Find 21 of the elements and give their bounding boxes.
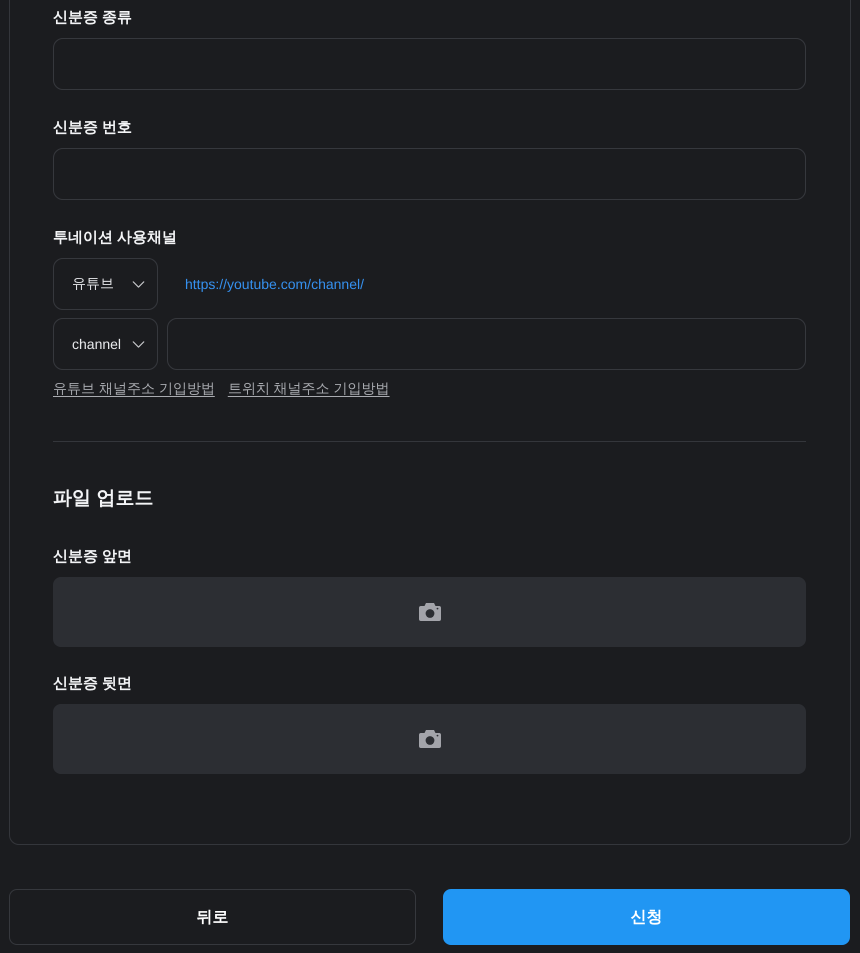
field-label: 신분증 뒷면 — [53, 674, 134, 694]
field-label: 신분증 번호 — [53, 118, 134, 138]
camera-icon — [418, 730, 440, 748]
back-button[interactable]: 뒤로 — [9, 889, 416, 945]
help-link[interactable]: 유튜브 채널주소 기입방법 — [53, 378, 215, 398]
camera-icon — [418, 603, 440, 621]
text-field[interactable] — [53, 38, 806, 90]
text-field[interactable] — [53, 148, 806, 200]
chevron-down-icon — [132, 280, 145, 288]
help-link[interactable]: 트위치 채널주소 기입방법 — [228, 378, 390, 398]
field-label: 신분증 종류 — [53, 8, 134, 28]
type-dropdown[interactable]: channel — [53, 318, 158, 370]
url-prefix: https://youtube.com/channel/ — [185, 276, 364, 292]
chevron-down-icon — [132, 340, 145, 348]
section-heading: 파일 업로드 — [53, 487, 154, 511]
channel-id-field[interactable] — [167, 318, 806, 370]
upload-area[interactable] — [53, 704, 806, 774]
field-label: 신분증 앞면 — [53, 547, 134, 567]
upload-area[interactable] — [53, 577, 806, 647]
platform-dropdown[interactable]: 유튜브 — [53, 258, 158, 310]
field-label: 투네이션 사용채널 — [53, 228, 178, 248]
